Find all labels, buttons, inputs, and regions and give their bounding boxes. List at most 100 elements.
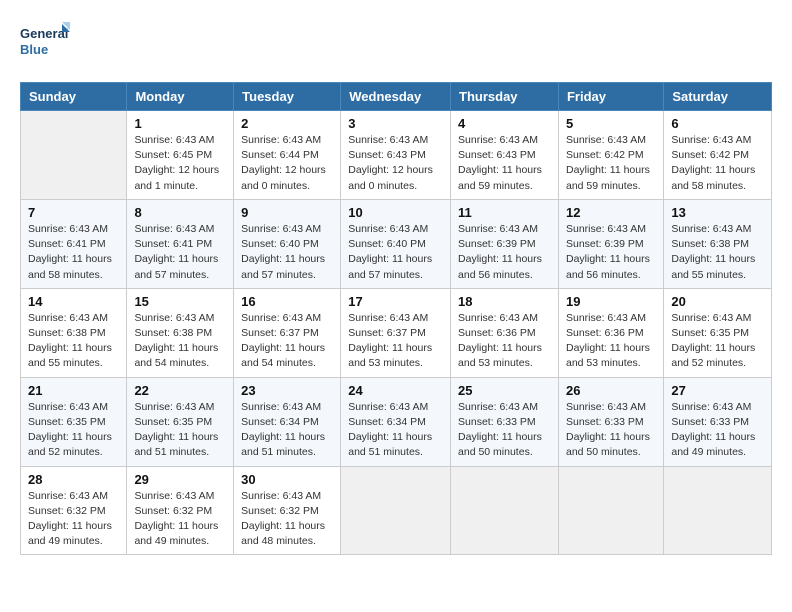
day-info: Sunrise: 6:43 AMSunset: 6:36 PMDaylight:… [458, 311, 551, 372]
day-number: 28 [28, 472, 119, 487]
day-info: Sunrise: 6:43 AMSunset: 6:35 PMDaylight:… [671, 311, 764, 372]
calendar-body: 1 Sunrise: 6:43 AMSunset: 6:45 PMDaylight… [21, 111, 772, 555]
day-info: Sunrise: 6:43 AMSunset: 6:33 PMDaylight:… [671, 400, 764, 461]
logo: General Blue [20, 20, 70, 66]
day-number: 2 [241, 116, 333, 131]
day-number: 25 [458, 383, 551, 398]
calendar-cell: 20 Sunrise: 6:43 AMSunset: 6:35 PMDayligh… [664, 288, 772, 377]
day-number: 22 [134, 383, 226, 398]
calendar-cell [451, 466, 559, 555]
day-info: Sunrise: 6:43 AMSunset: 6:38 PMDaylight:… [134, 311, 226, 372]
svg-text:Blue: Blue [20, 42, 48, 57]
weekday-header-saturday: Saturday [664, 83, 772, 111]
page-header: General Blue [20, 20, 772, 66]
calendar-cell: 14 Sunrise: 6:43 AMSunset: 6:38 PMDayligh… [21, 288, 127, 377]
calendar-cell: 21Sunrise: 6:43 AMSunset: 6:35 PMDayligh… [21, 377, 127, 466]
day-number: 26 [566, 383, 656, 398]
calendar-cell [341, 466, 451, 555]
day-info: Sunrise: 6:43 AMSunset: 6:35 PMDaylight:… [134, 400, 226, 461]
calendar-cell [558, 466, 663, 555]
day-number: 15 [134, 294, 226, 309]
day-number: 16 [241, 294, 333, 309]
day-number: 6 [671, 116, 764, 131]
weekday-header-sunday: Sunday [21, 83, 127, 111]
calendar-cell [664, 466, 772, 555]
calendar-cell [21, 111, 127, 200]
calendar-cell: 11 Sunrise: 6:43 AMSunset: 6:39 PMDayligh… [451, 199, 559, 288]
calendar-cell: 22 Sunrise: 6:43 AMSunset: 6:35 PMDayligh… [127, 377, 234, 466]
svg-text:General: General [20, 26, 68, 41]
day-number: 11 [458, 205, 551, 220]
calendar-cell: 3 Sunrise: 6:43 AMSunset: 6:43 PMDaylight… [341, 111, 451, 200]
weekday-header-friday: Friday [558, 83, 663, 111]
calendar-cell: 26 Sunrise: 6:43 AMSunset: 6:33 PMDayligh… [558, 377, 663, 466]
calendar-cell: 15 Sunrise: 6:43 AMSunset: 6:38 PMDayligh… [127, 288, 234, 377]
day-info: Sunrise: 6:43 AMSunset: 6:41 PMDaylight:… [134, 222, 226, 283]
day-info: Sunrise: 6:43 AMSunset: 6:34 PMDaylight:… [241, 400, 333, 461]
calendar-cell: 25 Sunrise: 6:43 AMSunset: 6:33 PMDayligh… [451, 377, 559, 466]
day-number: 14 [28, 294, 119, 309]
day-number: 13 [671, 205, 764, 220]
calendar-cell: 18 Sunrise: 6:43 AMSunset: 6:36 PMDayligh… [451, 288, 559, 377]
day-number: 9 [241, 205, 333, 220]
weekday-header-thursday: Thursday [451, 83, 559, 111]
week-row-5: 28 Sunrise: 6:43 AMSunset: 6:32 PMDayligh… [21, 466, 772, 555]
day-info: Sunrise: 6:43 AMSunset: 6:43 PMDaylight:… [458, 133, 551, 194]
week-row-4: 21Sunrise: 6:43 AMSunset: 6:35 PMDayligh… [21, 377, 772, 466]
day-info: Sunrise: 6:43 AMSunset: 6:35 PMDaylight:… [28, 400, 119, 461]
day-info: Sunrise: 6:43 AMSunset: 6:44 PMDaylight:… [241, 133, 333, 194]
calendar-cell: 8 Sunrise: 6:43 AMSunset: 6:41 PMDaylight… [127, 199, 234, 288]
calendar-cell: 16 Sunrise: 6:43 AMSunset: 6:37 PMDayligh… [234, 288, 341, 377]
day-number: 1 [134, 116, 226, 131]
calendar-cell: 24 Sunrise: 6:43 AMSunset: 6:34 PMDayligh… [341, 377, 451, 466]
calendar-cell: 4Sunrise: 6:43 AMSunset: 6:43 PMDaylight… [451, 111, 559, 200]
calendar-cell: 6 Sunrise: 6:43 AMSunset: 6:42 PMDaylight… [664, 111, 772, 200]
day-info: Sunrise: 6:43 AMSunset: 6:41 PMDaylight:… [28, 222, 119, 283]
day-number: 19 [566, 294, 656, 309]
day-number: 12 [566, 205, 656, 220]
day-info: Sunrise: 6:43 AMSunset: 6:32 PMDaylight:… [28, 489, 119, 550]
day-number: 7 [28, 205, 119, 220]
day-number: 3 [348, 116, 443, 131]
day-info: Sunrise: 6:43 AMSunset: 6:42 PMDaylight:… [671, 133, 764, 194]
week-row-1: 1 Sunrise: 6:43 AMSunset: 6:45 PMDaylight… [21, 111, 772, 200]
day-info: Sunrise: 6:43 AMSunset: 6:37 PMDaylight:… [241, 311, 333, 372]
day-number: 24 [348, 383, 443, 398]
weekday-header-monday: Monday [127, 83, 234, 111]
day-number: 17 [348, 294, 443, 309]
day-info: Sunrise: 6:43 AMSunset: 6:45 PMDaylight:… [134, 133, 226, 194]
calendar-cell: 9 Sunrise: 6:43 AMSunset: 6:40 PMDaylight… [234, 199, 341, 288]
day-number: 30 [241, 472, 333, 487]
day-info: Sunrise: 6:43 AMSunset: 6:32 PMDaylight:… [134, 489, 226, 550]
day-info: Sunrise: 6:43 AMSunset: 6:40 PMDaylight:… [348, 222, 443, 283]
day-info: Sunrise: 6:43 AMSunset: 6:40 PMDaylight:… [241, 222, 333, 283]
day-info: Sunrise: 6:43 AMSunset: 6:38 PMDaylight:… [28, 311, 119, 372]
calendar-cell: 23Sunrise: 6:43 AMSunset: 6:34 PMDayligh… [234, 377, 341, 466]
calendar-cell: 7 Sunrise: 6:43 AMSunset: 6:41 PMDaylight… [21, 199, 127, 288]
day-info: Sunrise: 6:43 AMSunset: 6:39 PMDaylight:… [566, 222, 656, 283]
week-row-3: 14 Sunrise: 6:43 AMSunset: 6:38 PMDayligh… [21, 288, 772, 377]
day-info: Sunrise: 6:43 AMSunset: 6:36 PMDaylight:… [566, 311, 656, 372]
day-number: 5 [566, 116, 656, 131]
day-info: Sunrise: 6:43 AMSunset: 6:39 PMDaylight:… [458, 222, 551, 283]
calendar-cell: 1 Sunrise: 6:43 AMSunset: 6:45 PMDaylight… [127, 111, 234, 200]
calendar-cell: 2 Sunrise: 6:43 AMSunset: 6:44 PMDaylight… [234, 111, 341, 200]
day-info: Sunrise: 6:43 AMSunset: 6:33 PMDaylight:… [566, 400, 656, 461]
day-info: Sunrise: 6:43 AMSunset: 6:43 PMDaylight:… [348, 133, 443, 194]
day-info: Sunrise: 6:43 AMSunset: 6:33 PMDaylight:… [458, 400, 551, 461]
logo-icon: General Blue [20, 20, 70, 66]
calendar-cell: 27Sunrise: 6:43 AMSunset: 6:33 PMDayligh… [664, 377, 772, 466]
weekday-header-tuesday: Tuesday [234, 83, 341, 111]
weekday-header-row: SundayMondayTuesdayWednesdayThursdayFrid… [21, 83, 772, 111]
day-info: Sunrise: 6:43 AMSunset: 6:38 PMDaylight:… [671, 222, 764, 283]
day-number: 18 [458, 294, 551, 309]
day-number: 8 [134, 205, 226, 220]
calendar-cell: 5Sunrise: 6:43 AMSunset: 6:42 PMDaylight… [558, 111, 663, 200]
calendar-cell: 30Sunrise: 6:43 AMSunset: 6:32 PMDayligh… [234, 466, 341, 555]
day-info: Sunrise: 6:43 AMSunset: 6:34 PMDaylight:… [348, 400, 443, 461]
day-number: 29 [134, 472, 226, 487]
calendar-cell: 19 Sunrise: 6:43 AMSunset: 6:36 PMDayligh… [558, 288, 663, 377]
day-number: 10 [348, 205, 443, 220]
day-number: 20 [671, 294, 764, 309]
calendar-cell: 29 Sunrise: 6:43 AMSunset: 6:32 PMDayligh… [127, 466, 234, 555]
